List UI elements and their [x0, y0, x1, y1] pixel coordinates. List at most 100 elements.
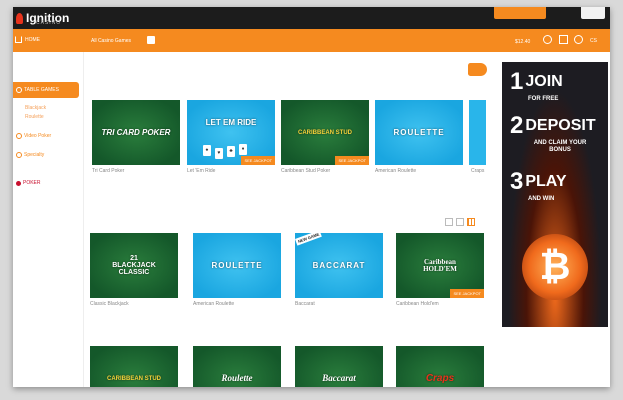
login-button[interactable]: [581, 7, 605, 19]
balance[interactable]: $12.40: [515, 39, 530, 45]
game-tile-american-roulette-2[interactable]: ROULETTE American Roulette: [193, 233, 281, 307]
jackpot-badge[interactable]: SEE JACKPOT: [450, 289, 484, 298]
nav-bar: HOME All Casino Games $12.40 CS: [13, 29, 610, 52]
chat-icon[interactable]: [574, 35, 583, 44]
step-play: 3 PLAY: [510, 170, 567, 194]
search-toggle[interactable]: [147, 36, 155, 44]
sidebar-item-label: Video Poker: [24, 133, 52, 139]
card-icon: ♣: [227, 146, 235, 157]
top-bar: Ignition CASINO: [13, 7, 610, 29]
game-logo: ROULETTE: [393, 127, 445, 137]
home-label: HOME: [25, 36, 40, 43]
game-tile-classic-blackjack[interactable]: 21 BLACKJACK CLASSIC Classic Blackjack: [90, 233, 178, 307]
game-logo: LET EM RIDE: [205, 117, 257, 127]
table-games-icon: [16, 87, 22, 93]
step-title: DEPOSIT: [525, 117, 596, 134]
join-button[interactable]: [494, 7, 546, 19]
step-title: JOIN: [525, 73, 563, 90]
sidebar-item-label: Specialty: [24, 152, 45, 158]
game-title: Let 'Em Ride: [187, 168, 216, 174]
game-logo: CARIBBEAN STUD: [107, 375, 161, 382]
filter-button[interactable]: [468, 63, 487, 76]
bitcoin-icon: ₿: [522, 234, 588, 300]
game-title: Caribbean Hold'em: [396, 301, 439, 307]
game-tile-baccarat-2[interactable]: Baccarat: [295, 346, 383, 387]
game-thumbnail: ROULETTE: [375, 100, 463, 165]
view-toggle: [445, 218, 475, 226]
game-title: Craps: [471, 168, 485, 174]
game-thumbnail: Craps: [396, 346, 484, 387]
specialty-icon: [16, 152, 22, 158]
game-thumbnail: Caribbean HOLD'EM SEE JACKPOT: [396, 233, 484, 298]
sidebar-sub-roulette[interactable]: Roulette: [25, 114, 44, 120]
compact-view-icon[interactable]: [456, 218, 464, 226]
game-thumbnail: ROULETTE: [193, 233, 281, 298]
video-poker-icon: [16, 133, 22, 139]
step-number: 3: [510, 168, 524, 195]
game-logo: Baccarat: [322, 373, 356, 383]
game-tile-caribbean-holdem[interactable]: Caribbean HOLD'EM SEE JACKPOT Caribbean …: [396, 233, 484, 307]
game-title: Caribbean Stud Poker: [281, 168, 331, 174]
new-game-badge: NEW GAME: [295, 233, 323, 246]
help-icon[interactable]: [543, 35, 552, 44]
game-thumbnail: BACCARAT NEW GAME: [295, 233, 383, 298]
game-logo: Roulette: [221, 373, 253, 383]
category-select[interactable]: All Casino Games: [91, 38, 131, 44]
step-join: 1 JOIN: [510, 70, 563, 94]
poker-icon: [16, 180, 21, 186]
sidebar-sub-blackjack[interactable]: Blackjack: [25, 105, 46, 111]
step-subtitle: AND CLAIM YOUR BONUS: [533, 140, 587, 153]
game-title: Classic Blackjack: [90, 301, 129, 307]
home-icon: [15, 36, 22, 43]
jackpot-badge[interactable]: SEE JACKPOT: [241, 156, 275, 165]
game-thumbnail: Baccarat: [295, 346, 383, 387]
divider: [83, 52, 84, 387]
brand-sub: CASINO: [36, 20, 62, 26]
game-tile-roulette[interactable]: Roulette: [193, 346, 281, 387]
game-logo: ROULETTE: [211, 260, 263, 270]
game-tile-american-roulette[interactable]: ROULETTE American Roulette: [375, 100, 463, 174]
account-label[interactable]: CS: [590, 38, 597, 44]
promo-banner[interactable]: 1 JOIN FOR FREE 2 DEPOSIT AND CLAIM YOUR B…: [502, 62, 608, 327]
game-thumbnail: Roulette: [193, 346, 281, 387]
game-thumbnail: CARIBBEAN STUD: [90, 346, 178, 387]
sidebar-item-specialty[interactable]: Specialty: [16, 152, 44, 158]
step-number: 2: [510, 112, 524, 139]
step-number: 1: [510, 68, 524, 95]
game-tile-craps[interactable]: Craps: [396, 346, 484, 387]
sidebar-item-video-poker[interactable]: Video Poker: [16, 133, 51, 139]
grid-view-icon[interactable]: [467, 218, 475, 226]
card-icon: ♠: [203, 145, 211, 156]
browser-window: Ignition CASINO HOME All Casino Games $1…: [13, 7, 610, 387]
sidebar-item-label: TABLE GAMES: [24, 87, 59, 93]
game-tile-caribbean-stud-2[interactable]: CARIBBEAN STUD: [90, 346, 178, 387]
jackpot-badge[interactable]: SEE JACKPOT: [335, 156, 369, 165]
game-thumbnail: CARIBBEAN STUD SEE JACKPOT: [281, 100, 369, 165]
sidebar-item-table-games[interactable]: TABLE GAMES: [13, 82, 79, 98]
game-tile-caribbean-stud-poker[interactable]: CARIBBEAN STUD SEE JACKPOT Caribbean Stu…: [281, 100, 369, 174]
game-title: American Roulette: [193, 301, 235, 307]
flame-icon: [16, 12, 23, 24]
list-view-icon[interactable]: [445, 218, 453, 226]
game-logo: TRI CARD POKER: [101, 127, 171, 137]
sidebar-item-label: POKER: [23, 180, 41, 186]
game-thumbnail: 21 BLACKJACK CLASSIC: [90, 233, 178, 298]
game-logo: CARIBBEAN STUD: [298, 129, 352, 136]
sidebar-item-poker[interactable]: POKER: [16, 180, 41, 186]
card-icon: ♦: [239, 144, 247, 155]
game-tile-let-em-ride[interactable]: LET EM RIDE ♠ ♥ ♣ ♦ SEE JACKPOT Let 'Em …: [187, 100, 275, 174]
game-logo: BACCARAT: [312, 260, 366, 270]
game-tile-tri-card-poker[interactable]: TRI CARD POKER Tri Card Poker: [92, 100, 180, 174]
home-link[interactable]: HOME: [15, 36, 40, 43]
mail-icon[interactable]: [559, 35, 568, 44]
step-deposit: 2 DEPOSIT: [510, 114, 596, 138]
game-logo: Craps: [425, 372, 455, 384]
game-logo: 21 BLACKJACK CLASSIC: [112, 255, 156, 276]
card-icon: ♥: [215, 148, 223, 159]
game-title: Baccarat: [295, 301, 315, 307]
game-thumbnail: TRI CARD POKER: [92, 100, 180, 165]
game-title: Tri Card Poker: [92, 168, 125, 174]
game-tile-partial[interactable]: [469, 100, 486, 165]
step-subtitle: AND WIN: [528, 196, 555, 202]
game-tile-baccarat[interactable]: BACCARAT NEW GAME Baccarat: [295, 233, 383, 307]
